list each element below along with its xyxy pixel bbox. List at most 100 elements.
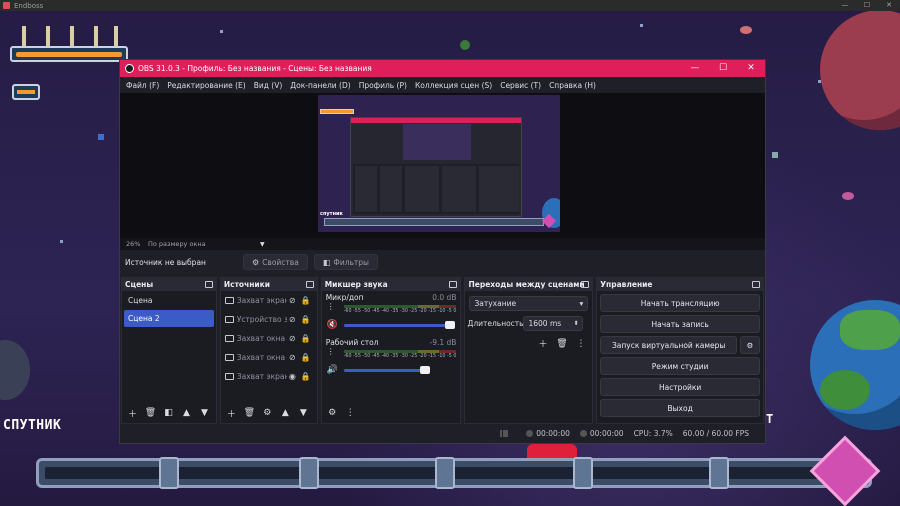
properties-button[interactable]: ⚙ Свойства [243,254,308,270]
menu-docks[interactable]: Док-панели (D) [286,81,354,90]
up-icon[interactable]: ▲ [179,406,194,421]
volume-slider[interactable] [343,366,430,374]
record-time: 00:00:00 [589,429,624,438]
close-icon[interactable]: ✕ [878,0,900,11]
add-icon[interactable]: ＋ [535,336,550,351]
lock-icon[interactable]: 🔒 [301,334,311,343]
lock-icon[interactable]: 🔒 [301,372,311,381]
mixer-toolbar: ⚙ ⋮ [322,403,461,423]
duration-spinbox[interactable]: 1600 ms ⬍ [523,316,584,331]
start-stream-button[interactable]: Начать трансляцию [600,294,760,312]
chevron-down-icon[interactable]: ▼ [260,241,265,248]
lock-icon[interactable]: 🔒 [301,353,311,362]
lamp-post [22,26,26,46]
maximize-icon[interactable]: ☐ [709,60,737,77]
source-item[interactable]: Захват окна ⊘ 🔒 [221,348,317,367]
start-record-button[interactable]: Начать запись [600,315,760,333]
transitions-dock: Переходы между сценами Затухание ▾ Длите… [464,277,594,424]
undock-icon[interactable] [752,281,760,288]
menu-tools[interactable]: Сервис (T) [496,81,545,90]
sources-toolbar: ＋ 🗑 ⚙ ▲ ▼ [221,403,317,423]
gear-icon[interactable]: ⚙ [260,406,275,421]
channel-menu-icon[interactable]: ⋮ [327,347,335,356]
trash-icon[interactable]: 🗑 [242,406,257,421]
trash-icon[interactable]: 🗑 [554,336,569,351]
menu-scene-collection[interactable]: Коллекция сцен (S) [411,81,496,90]
down-icon[interactable]: ▼ [197,406,212,421]
lamp-post [70,26,74,46]
lock-icon[interactable]: 🔒 [301,296,311,305]
gear-icon[interactable]: ⚙ [325,406,340,421]
menu-view[interactable]: Вид (V) [250,81,287,90]
maximize-icon[interactable]: ☐ [856,0,878,11]
stream-status-icon [526,430,534,437]
status-bar: 00:00:00 00:00:00 CPU: 3.7% 60.00 / 60.0… [120,424,765,443]
spin-arrows-icon[interactable]: ⬍ [573,320,578,327]
virtual-camera-button[interactable]: Запуск виртуальной камеры [600,336,737,354]
stream-time: 00:00:00 [536,429,570,438]
preview-area[interactable]: спутник [120,93,765,238]
monitor-icon [224,297,234,304]
menu-edit[interactable]: Редактирование (E) [163,81,249,90]
lamp-post [94,26,98,46]
eye-hidden-icon[interactable]: ⊘ [289,315,299,324]
more-icon[interactable]: ⋮ [343,406,358,421]
undock-icon[interactable] [449,281,458,288]
up-icon[interactable]: ▲ [278,406,293,421]
red-planet [820,10,900,130]
record-status-icon [579,430,587,437]
studio-mode-button[interactable]: Режим студии [600,357,760,375]
duration-label: Длительность [467,319,524,328]
source-item[interactable]: Захват экран ⊘ 🔒 [221,291,317,310]
volume-slider[interactable] [343,321,455,329]
virtual-cam-row: Запуск виртуальной камеры ⚙ [600,336,760,354]
channel-menu-icon[interactable]: ⋮ [327,302,335,311]
settings-button[interactable]: Настройки [600,378,760,396]
virtual-camera-settings-button[interactable]: ⚙ [740,336,760,354]
sources-dock: Источники Захват экран ⊘ 🔒 Устройство з … [219,277,318,424]
obs-titlebar[interactable]: OBS 31.0.3 - Профиль: Без названия - Сце… [120,60,765,77]
menu-file[interactable]: Файл (F) [122,81,163,90]
undock-icon[interactable] [305,281,314,288]
eye-visible-icon[interactable]: ◉ [289,372,299,381]
sources-title: Источники [223,280,270,289]
cpu-usage: CPU: 3.7% [633,429,673,438]
fps-readout: 60.00 / 60.00 FPS [682,429,749,438]
scenes-header: Сцены [122,278,216,291]
source-item[interactable]: Захват окна ⊘ 🔒 [221,329,317,348]
add-icon[interactable]: ＋ [224,406,239,421]
menu-help[interactable]: Справка (H) [545,81,600,90]
eye-hidden-icon[interactable]: ⊘ [289,296,299,305]
obs-title: OBS 31.0.3 - Профиль: Без названия - Сце… [138,64,372,73]
filters-button[interactable]: ◧ Фильтры [313,254,378,270]
lamp-bar [10,46,128,62]
speaker-icon[interactable]: 🔊 [327,365,338,375]
undock-icon[interactable] [204,281,213,288]
fit-mode-select[interactable]: По размеру окна [148,240,260,248]
eye-hidden-icon[interactable]: ⊘ [289,334,299,343]
undock-icon[interactable] [581,281,590,288]
preview-canvas[interactable]: спутник [318,95,560,232]
filter-icon: ◧ [322,257,331,267]
obs-window: OBS 31.0.3 - Профиль: Без названия - Сце… [119,59,766,444]
channel-db: 0.0 dB [432,293,457,302]
muted-speaker-icon[interactable]: 🔇 [327,320,338,330]
source-item[interactable]: Захват экран ◉ 🔒 [221,367,317,386]
trash-icon[interactable]: 🗑 [143,406,158,421]
filter-icon[interactable]: ◧ [161,406,176,421]
source-item[interactable]: Устройство з ⊘ 🔒 [221,310,317,329]
minimize-icon[interactable]: — [834,0,856,11]
scene-item[interactable]: Сцена [124,292,214,309]
eye-hidden-icon[interactable]: ⊘ [289,353,299,362]
close-icon[interactable]: ✕ [737,60,765,77]
add-icon[interactable]: ＋ [125,406,140,421]
transition-select[interactable]: Затухание ▾ [469,296,589,311]
scene-item-selected[interactable]: Сцена 2 [124,310,214,327]
exit-button[interactable]: Выход [600,399,760,417]
lock-icon[interactable]: 🔒 [301,315,311,324]
more-icon[interactable]: ⋮ [573,336,588,351]
down-icon[interactable]: ▼ [296,406,311,421]
menu-profile[interactable]: Профиль (P) [355,81,411,90]
minimize-icon[interactable]: — [681,60,709,77]
source-label: Захват окна [236,334,286,343]
